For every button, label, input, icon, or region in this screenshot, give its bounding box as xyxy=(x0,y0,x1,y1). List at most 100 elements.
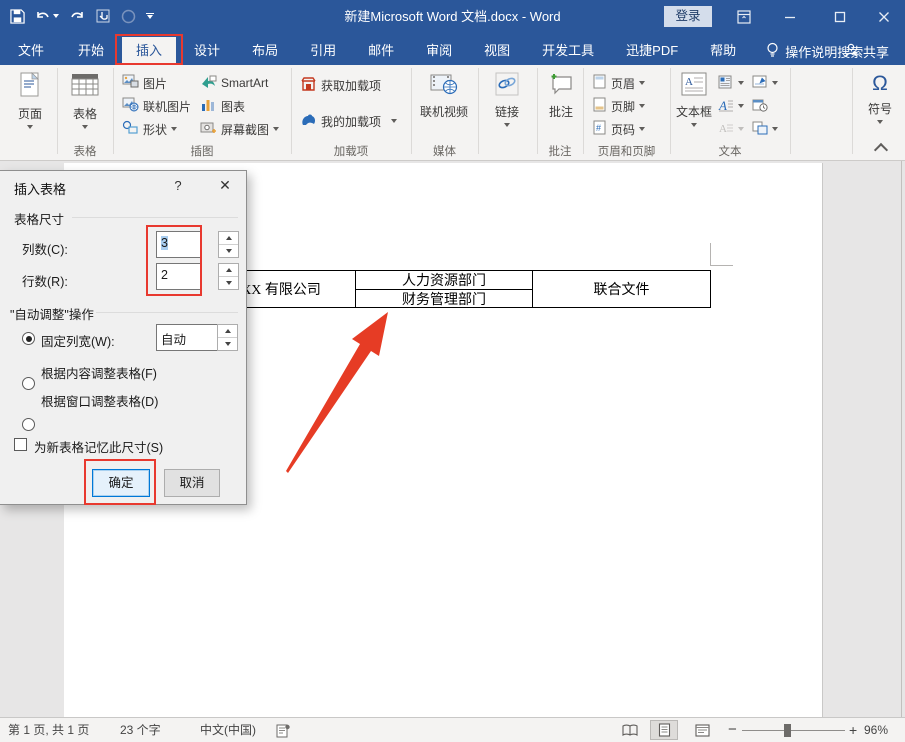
collapse-ribbon-icon[interactable] xyxy=(876,145,886,155)
section-divider xyxy=(72,217,238,218)
tab-references[interactable]: 引用 xyxy=(296,37,350,65)
ribbon-display-options-icon[interactable] xyxy=(722,0,766,33)
spin-down-icon[interactable] xyxy=(218,337,237,350)
chevron-down-icon xyxy=(772,81,778,85)
cancel-button[interactable]: 取消 xyxy=(164,469,220,497)
page-number-button[interactable]: # 页码 xyxy=(592,119,645,139)
zoom-in-button[interactable]: + xyxy=(849,718,857,742)
table-cell-finance[interactable]: 财务管理部门 xyxy=(355,289,533,308)
online-picture-button[interactable]: 联机图片 xyxy=(122,96,191,116)
tab-view[interactable]: 视图 xyxy=(470,37,524,65)
video-icon xyxy=(429,71,459,100)
comment-button[interactable]: 批注 xyxy=(540,71,582,120)
my-addins-button[interactable]: 我的加载项 xyxy=(300,111,397,131)
tab-layout[interactable]: 布局 xyxy=(238,37,292,65)
symbol-button[interactable]: Ω 符号 xyxy=(860,71,900,124)
help-icon[interactable]: ? xyxy=(168,178,188,193)
autofit-window-radio[interactable] xyxy=(22,418,35,431)
page-indicator[interactable]: 第 1 页, 共 1 页 xyxy=(8,718,89,742)
quick-parts-icon xyxy=(718,75,734,92)
minimize-icon[interactable] xyxy=(768,0,812,33)
document-table[interactable]: XXX 有限公司 人力资源部门 财务管理部门 联合文件 xyxy=(196,270,711,308)
columns-input[interactable]: 3 xyxy=(156,231,201,258)
zoom-slider-track[interactable] xyxy=(742,730,845,731)
screenshot-button[interactable]: 屏幕截图 xyxy=(200,119,279,139)
zoom-slider-thumb[interactable] xyxy=(784,724,791,737)
tab-pdf[interactable]: 迅捷PDF xyxy=(612,37,692,65)
tab-review[interactable]: 审阅 xyxy=(412,37,466,65)
close-icon[interactable]: ✕ xyxy=(204,171,246,199)
get-addins-button[interactable]: 获取加载项 xyxy=(300,75,381,95)
zoom-level[interactable]: 96% xyxy=(864,718,888,742)
spin-down-icon[interactable] xyxy=(219,276,238,289)
shapes-button[interactable]: 形状 xyxy=(122,119,177,139)
tab-home[interactable]: 开始 xyxy=(64,37,118,65)
smartart-button[interactable]: SmartArt xyxy=(200,73,268,93)
language-indicator[interactable]: 中文(中国) xyxy=(200,718,256,742)
tab-developer[interactable]: 开发工具 xyxy=(528,37,608,65)
drop-cap-button[interactable]: A xyxy=(718,96,744,116)
title-bar: 新建Microsoft Word 文档.docx - Word 登录 xyxy=(0,0,905,33)
smartart-icon xyxy=(200,74,217,92)
chevron-down-icon xyxy=(639,81,645,85)
word-count[interactable]: 23 个字 xyxy=(120,718,161,742)
sign-in-button[interactable]: 登录 xyxy=(664,6,712,27)
online-video-button[interactable]: 联机视频 xyxy=(415,71,473,120)
fixed-width-input[interactable]: 自动 xyxy=(156,324,218,351)
fixed-width-radio[interactable] xyxy=(22,332,35,345)
remember-dimensions-checkbox[interactable] xyxy=(14,438,27,451)
share-button[interactable]: 共享 xyxy=(844,37,889,65)
ok-button[interactable]: 确定 xyxy=(92,469,150,497)
read-mode-icon[interactable] xyxy=(616,720,644,740)
quick-parts-button[interactable] xyxy=(718,73,744,93)
chevron-down-icon xyxy=(738,127,744,131)
spin-up-icon[interactable] xyxy=(219,264,238,276)
object-button[interactable] xyxy=(752,119,778,139)
drop-cap-icon: A xyxy=(718,98,734,115)
columns-label: 列数(C): xyxy=(22,239,68,258)
proofing-icon[interactable] xyxy=(276,723,291,741)
spin-down-icon[interactable] xyxy=(219,244,238,257)
footer-button[interactable]: 页脚 xyxy=(592,96,645,116)
rows-input[interactable]: 2 xyxy=(156,263,201,290)
zoom-out-button[interactable]: − xyxy=(728,718,737,742)
page-number-icon: # xyxy=(592,120,607,138)
header-button[interactable]: 页眉 xyxy=(592,73,645,93)
tab-insert[interactable]: 插入 xyxy=(122,37,176,65)
table-cell-hr[interactable]: 人力资源部门 xyxy=(355,270,533,290)
autofit-content-radio[interactable] xyxy=(22,377,35,390)
tab-help[interactable]: 帮助 xyxy=(696,37,750,65)
pages-button[interactable]: 页面 xyxy=(8,71,52,129)
textbox-icon: A xyxy=(680,71,708,100)
spin-up-icon[interactable] xyxy=(218,325,237,337)
print-layout-icon[interactable] xyxy=(650,720,678,740)
rows-stepper[interactable] xyxy=(218,263,239,290)
picture-button[interactable]: 图片 xyxy=(122,73,167,93)
date-time-button[interactable] xyxy=(752,96,768,116)
tab-design[interactable]: 设计 xyxy=(180,37,234,65)
columns-stepper[interactable] xyxy=(218,231,239,258)
close-icon[interactable] xyxy=(862,0,905,33)
restore-icon[interactable] xyxy=(818,0,862,33)
header-icon xyxy=(592,74,607,92)
web-layout-icon[interactable] xyxy=(688,720,716,740)
spin-up-icon[interactable] xyxy=(219,232,238,244)
wordart-button[interactable]: A xyxy=(718,119,744,139)
ribbon-tab-bar: 文件 开始 插入 设计 布局 引用 邮件 审阅 视图 开发工具 迅捷PDF 帮助… xyxy=(0,33,905,65)
fixed-width-stepper[interactable] xyxy=(217,324,238,351)
chart-button[interactable]: 图表 xyxy=(200,96,245,116)
tab-file[interactable]: 文件 xyxy=(2,37,60,65)
store-icon xyxy=(300,76,317,95)
tab-mailings[interactable]: 邮件 xyxy=(354,37,408,65)
table-cell-joint[interactable]: 联合文件 xyxy=(532,270,711,308)
insert-table-button[interactable]: 表格 xyxy=(63,71,107,129)
signature-line-button[interactable] xyxy=(752,73,778,93)
svg-text:A: A xyxy=(718,98,727,112)
link-button[interactable]: 链接 xyxy=(485,71,529,127)
scrollbar[interactable] xyxy=(901,161,902,717)
group-label-header-footer: 页眉和页脚 xyxy=(583,143,670,159)
chevron-down-icon xyxy=(877,120,883,124)
textbox-button[interactable]: A 文本框 xyxy=(674,71,714,127)
shapes-icon xyxy=(122,120,139,138)
dialog-title: 插入表格 xyxy=(14,179,66,198)
